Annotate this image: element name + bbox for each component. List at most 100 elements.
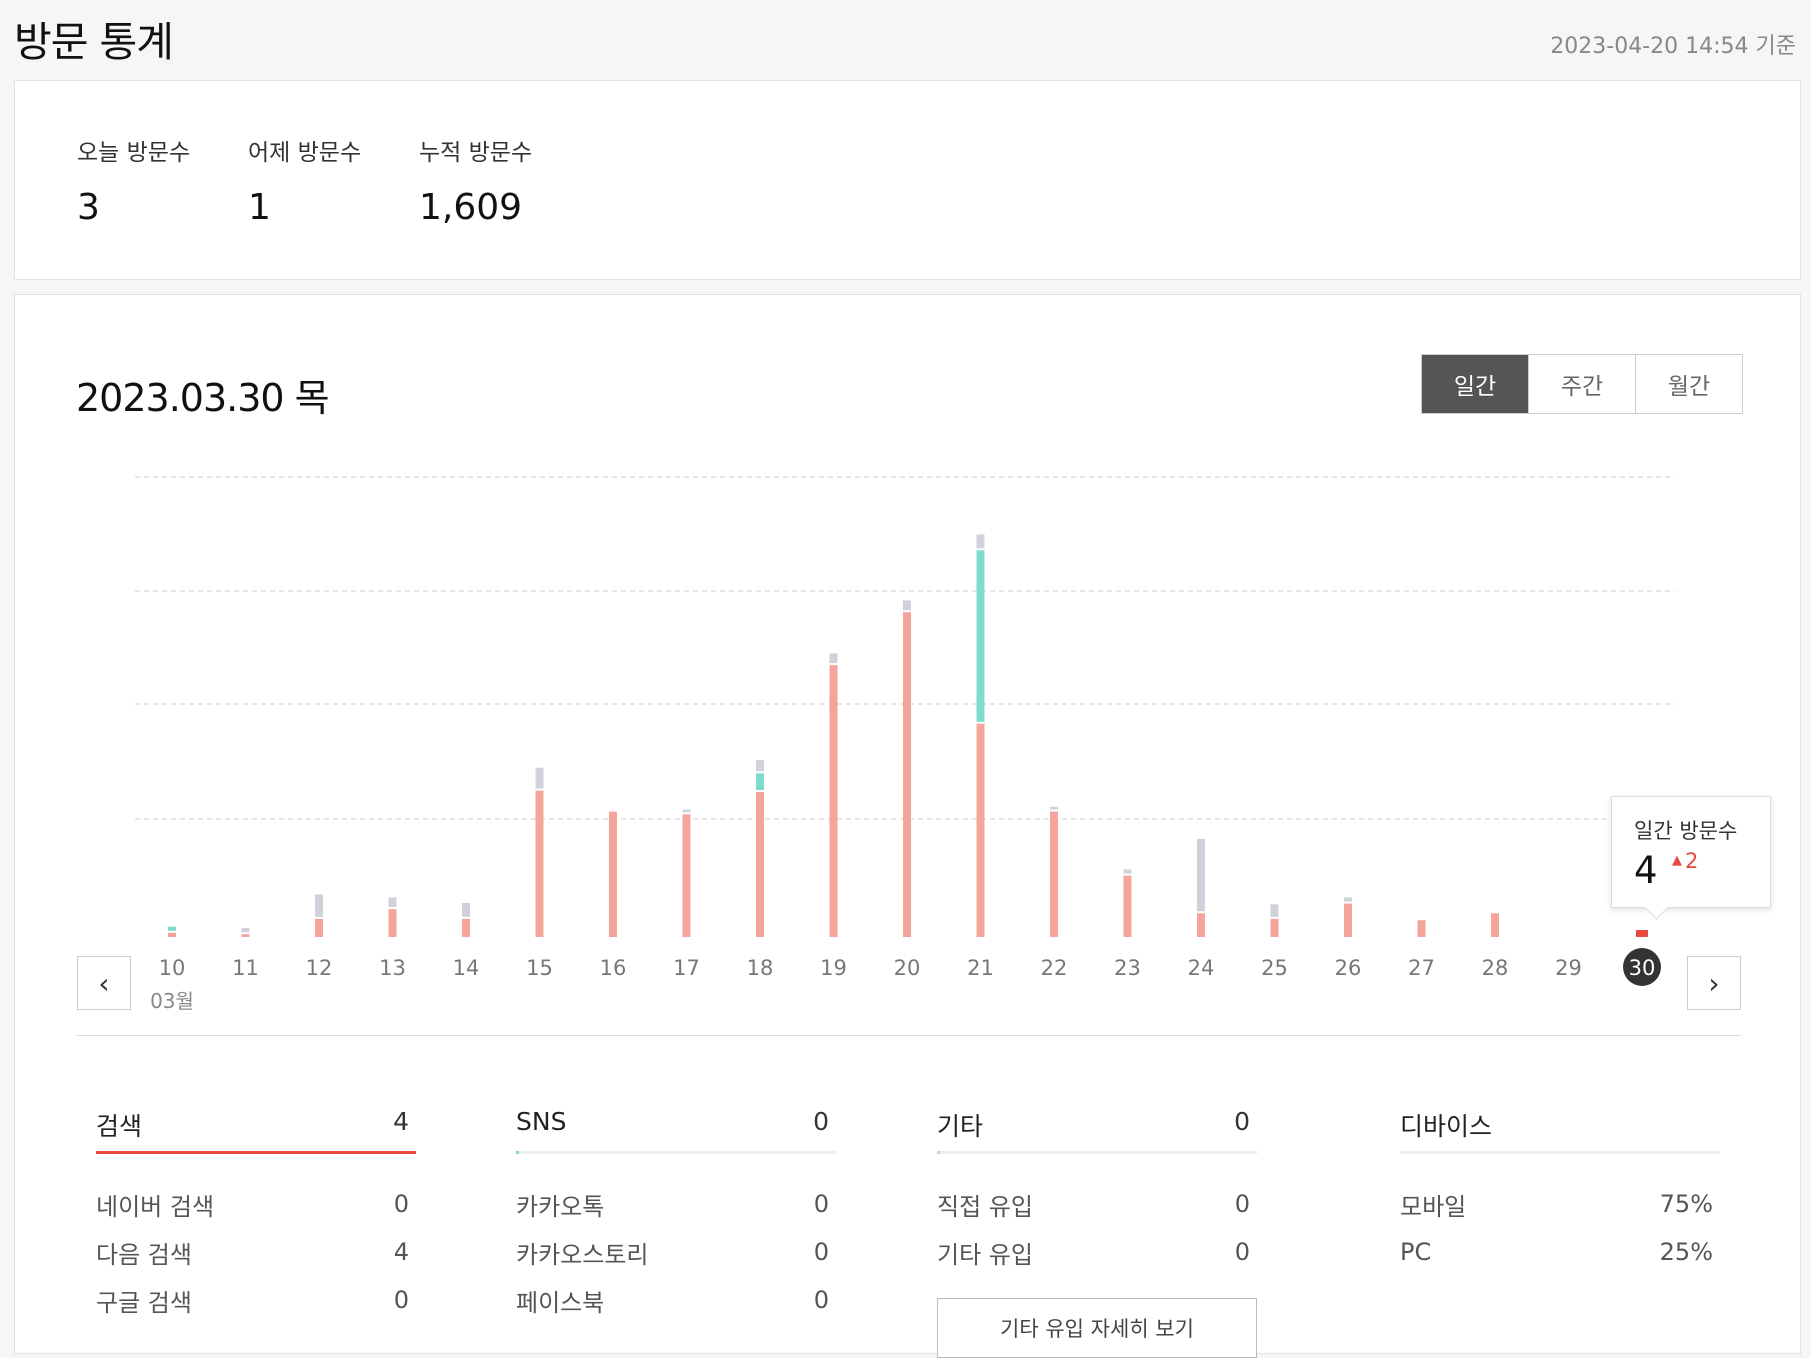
list-item: 모바일 75% xyxy=(1400,1180,1720,1228)
section-progress xyxy=(516,1151,836,1154)
x-tick-label: 23 xyxy=(1114,956,1141,980)
list-item: 직접 유입 0 xyxy=(937,1180,1257,1228)
bar-search-21 xyxy=(976,723,985,937)
bar-search-26 xyxy=(1344,903,1352,937)
bar-other-23 xyxy=(1123,869,1132,874)
list-item: 구글 검색 0 xyxy=(96,1276,416,1324)
bar-other-17 xyxy=(682,809,691,813)
x-tick-label: 18 xyxy=(747,956,774,980)
row-label: 카카오톡 xyxy=(516,1192,605,1221)
row-value: 4 xyxy=(393,1238,409,1266)
x-tick-label: 10 xyxy=(159,956,186,980)
bar-search-10 xyxy=(168,932,176,937)
section-other: 기타 0 직접 유입 0 기타 유입 0 xyxy=(937,1107,1257,1276)
section-progress-fill xyxy=(937,1151,941,1154)
list-item: 네이버 검색 0 xyxy=(96,1180,416,1228)
row-value: 0 xyxy=(393,1286,409,1314)
row-label: 페이스북 xyxy=(516,1288,605,1317)
tooltip-diff-value: 2 xyxy=(1685,849,1699,873)
total-visits-value: 1,609 xyxy=(419,187,523,228)
x-tick-label: 24 xyxy=(1188,956,1215,980)
bar-other-18 xyxy=(756,760,764,772)
bar-search-19 xyxy=(829,665,838,937)
bar-other-13 xyxy=(388,897,397,908)
bar-other-21 xyxy=(976,534,985,549)
list-item: 다음 검색 4 xyxy=(96,1228,416,1276)
yesterday-visits-label: 어제 방문수 xyxy=(248,140,362,166)
list-item: 카카오톡 0 xyxy=(516,1180,836,1228)
bar-other-19 xyxy=(829,653,838,664)
section-sns: SNS 0 카카오톡 0 카카오스토리 0 페이스북 0 xyxy=(516,1107,836,1324)
row-value: 0 xyxy=(813,1238,829,1266)
bar-search-22 xyxy=(1050,811,1058,937)
x-tick-label: 12 xyxy=(306,956,333,980)
section-progress-fill xyxy=(96,1151,416,1154)
bar-sns-18 xyxy=(756,773,764,791)
row-value: 0 xyxy=(813,1286,829,1314)
x-tick-label: 25 xyxy=(1261,956,1288,980)
bar-other-22 xyxy=(1050,806,1058,810)
row-value: 75% xyxy=(1659,1190,1713,1218)
list-item: 기타 유입 0 xyxy=(937,1228,1257,1276)
section-divider xyxy=(76,1035,1741,1036)
today-visits-value: 3 xyxy=(77,187,100,228)
daily-visits-chart: 10 11 12 13 14 15 16 17 18 19 20 21 22 23 24 25 26 27 28 29… xyxy=(135,476,1675,1013)
triangle-up-icon: ▲ xyxy=(1672,853,1682,868)
bar-sns-10 xyxy=(168,926,176,931)
bar-search-15 xyxy=(535,790,544,937)
total-visits-label: 누적 방문수 xyxy=(419,140,533,166)
row-label: 모바일 xyxy=(1400,1192,1467,1221)
prev-period-button[interactable]: ‹ xyxy=(77,956,131,1010)
section-title: SNS xyxy=(516,1107,567,1136)
list-item: 페이스북 0 xyxy=(516,1276,836,1324)
x-tick-label: 14 xyxy=(453,956,480,980)
section-title: 검색 xyxy=(96,1112,143,1141)
page-title: 방문 통계 xyxy=(14,18,174,66)
bar-other-14 xyxy=(462,902,470,917)
tooltip-label: 일간 방문수 xyxy=(1634,819,1738,843)
section-title: 기타 xyxy=(937,1112,984,1141)
section-progress xyxy=(1400,1151,1720,1154)
month-label: 03월 xyxy=(150,989,194,1013)
summary-card: 오늘 방문수 3 어제 방문수 1 누적 방문수 1,609 xyxy=(14,80,1801,280)
section-progress-fill xyxy=(516,1151,520,1154)
row-value: 0 xyxy=(1234,1238,1250,1266)
bar-other-26 xyxy=(1344,897,1352,902)
section-progress xyxy=(96,1151,416,1154)
today-visits-label: 오늘 방문수 xyxy=(77,140,191,166)
total-visits: 누적 방문수 1,609 xyxy=(419,133,532,228)
section-count: 4 xyxy=(393,1107,409,1136)
bar-sns-21 xyxy=(976,550,985,722)
section-progress xyxy=(937,1151,1257,1154)
bar-search-23 xyxy=(1123,875,1132,937)
next-period-button[interactable]: › xyxy=(1687,956,1741,1010)
x-tick-label: 22 xyxy=(1041,956,1068,980)
x-tick-label: 28 xyxy=(1482,956,1509,980)
row-value: 0 xyxy=(393,1190,409,1218)
x-tick-label: 21 xyxy=(967,956,994,980)
bar-other-15 xyxy=(535,767,544,789)
other-detail-button[interactable]: 기타 유입 자세히 보기 xyxy=(937,1298,1257,1358)
bar-search-17 xyxy=(682,814,691,937)
section-title: 디바이스 xyxy=(1400,1112,1493,1141)
x-tick-label: 30 xyxy=(1629,956,1656,980)
chevron-left-icon: ‹ xyxy=(98,966,110,1000)
section-device: 디바이스 모바일 75% PC 25% xyxy=(1400,1107,1720,1276)
section-search: 검색 4 네이버 검색 0 다음 검색 4 구글 검색 0 xyxy=(96,1107,416,1324)
bar-search-16 xyxy=(609,811,617,937)
bar-other-12 xyxy=(315,894,323,917)
chevron-right-icon: › xyxy=(1708,966,1720,1000)
row-label: 직접 유입 xyxy=(937,1192,1033,1221)
row-value: 0 xyxy=(813,1190,829,1218)
bar-other-25 xyxy=(1270,904,1279,917)
bar-search-11 xyxy=(241,934,250,937)
bar-search-13 xyxy=(388,909,397,937)
x-tick-label: 27 xyxy=(1408,956,1435,980)
bar-search-12 xyxy=(315,918,323,937)
x-tick-label: 29 xyxy=(1555,956,1582,980)
x-tick-label: 20 xyxy=(894,956,921,980)
row-value: 0 xyxy=(1234,1190,1250,1218)
row-label: 다음 검색 xyxy=(96,1240,192,1269)
x-tick-label: 13 xyxy=(379,956,406,980)
x-tick-label: 16 xyxy=(600,956,627,980)
